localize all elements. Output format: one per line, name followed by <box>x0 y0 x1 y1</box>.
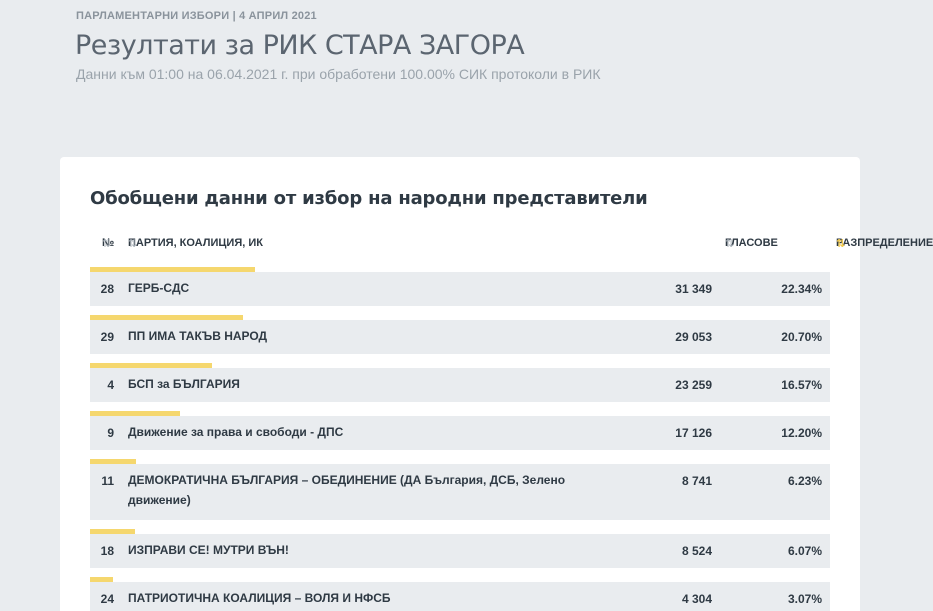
party-name: Движение за права и свободи - ДПС <box>128 425 344 439</box>
party-number: 4 <box>107 378 114 392</box>
party-number: 9 <box>107 426 114 440</box>
sort-icon: ⇅ <box>128 238 138 250</box>
vote-count: 23 259 <box>675 378 712 392</box>
vote-count: 8 741 <box>681 474 712 488</box>
vote-percentage: 22.34% <box>781 282 822 296</box>
vote-count: 31 349 <box>675 282 712 296</box>
card-title: Обобщени данни от избор на народни предс… <box>90 188 648 209</box>
page-title: Резултати за РИК СТАРА ЗАГОРА <box>75 30 525 61</box>
row-body: 4 БСП за БЪЛГАРИЯ 23 259 16.57% <box>90 368 830 402</box>
party-number: 24 <box>100 592 114 606</box>
vote-percentage: 6.07% <box>787 544 822 558</box>
party-name: ИЗПРАВИ СЕ! МУТРИ ВЪН! <box>128 543 289 557</box>
sort-desc-icon: ⇅ <box>836 238 846 250</box>
party-name: ПАТРИОТИЧНА КОАЛИЦИЯ – ВОЛЯ И НФСБ <box>128 591 391 605</box>
table-row[interactable]: 28 ГЕРБ-СДС 31 349 22.34% <box>90 267 830 306</box>
table-row[interactable]: 29 ПП ИМА ТАКЪВ НАРОД 29 053 20.70% <box>90 315 830 354</box>
row-body: 29 ПП ИМА ТАКЪВ НАРОД 29 053 20.70% <box>90 320 830 354</box>
page-subtitle: Данни към 01:00 на 06.04.2021 г. при обр… <box>76 66 601 82</box>
row-body: 9 Движение за права и свободи - ДПС 17 126… <box>90 416 830 450</box>
vote-percentage: 12.20% <box>781 426 822 440</box>
vote-percentage: 6.23% <box>787 474 822 488</box>
row-body: 28 ГЕРБ-СДС 31 349 22.34% <box>90 272 830 306</box>
party-name: БСП за БЪЛГАРИЯ <box>128 377 240 391</box>
party-number: 29 <box>100 330 114 344</box>
vote-count: 8 524 <box>681 544 712 558</box>
table-row[interactable]: 24 ПАТРИОТИЧНА КОАЛИЦИЯ – ВОЛЯ И НФСБ 4 30… <box>90 577 830 611</box>
party-name: ПП ИМА ТАКЪВ НАРОД <box>128 329 268 343</box>
table-row[interactable]: 18 ИЗПРАВИ СЕ! МУТРИ ВЪН! 8 524 6.07% <box>90 529 830 568</box>
table-row[interactable]: 11 ДЕМОКРАТИЧНА БЪЛГАРИЯ – ОБЕДИНЕНИЕ (ДА… <box>90 459 830 520</box>
sort-icon: ⇅ <box>102 238 112 250</box>
table-row[interactable]: 9 Движение за права и свободи - ДПС 17 126… <box>90 411 830 450</box>
party-number: 18 <box>100 544 114 558</box>
party-number: 11 <box>101 474 114 488</box>
sort-icon: ⇅ <box>725 238 735 250</box>
page-eyebrow: ПАРЛАМЕНТАРНИ ИЗБОРИ | 4 АПРИЛ 2021 <box>76 10 317 22</box>
party-name: ГЕРБ-СДС <box>128 281 190 295</box>
vote-count: 4 304 <box>681 592 712 606</box>
vote-percentage: 16.57% <box>781 378 822 392</box>
results-card: Обобщени данни от избор на народни предс… <box>60 157 933 611</box>
party-number: 28 <box>100 282 114 296</box>
vote-percentage: 3.07% <box>787 592 822 606</box>
table-header: № ⇅ ПАРТИЯ, КОАЛИЦИЯ, ИК ⇅ ГЛАСОВЕ ⇅ РАЗПРЕ… <box>102 237 933 250</box>
row-body: 18 ИЗПРАВИ СЕ! МУТРИ ВЪН! 8 524 6.07% <box>90 534 830 568</box>
row-body: 11 ДЕМОКРАТИЧНА БЪЛГАРИЯ – ОБЕДИНЕНИЕ (ДА… <box>90 464 830 520</box>
vote-count: 29 053 <box>675 330 712 344</box>
table-row[interactable]: 4 БСП за БЪЛГАРИЯ 23 259 16.57% <box>90 363 830 402</box>
vote-count: 17 126 <box>675 426 712 440</box>
vote-percentage: 20.70% <box>781 330 822 344</box>
row-body: 24 ПАТРИОТИЧНА КОАЛИЦИЯ – ВОЛЯ И НФСБ 4 30… <box>90 582 830 611</box>
party-name: ДЕМОКРАТИЧНА БЪЛГАРИЯ – ОБЕДИНЕНИЕ (ДА Б… <box>128 473 566 507</box>
